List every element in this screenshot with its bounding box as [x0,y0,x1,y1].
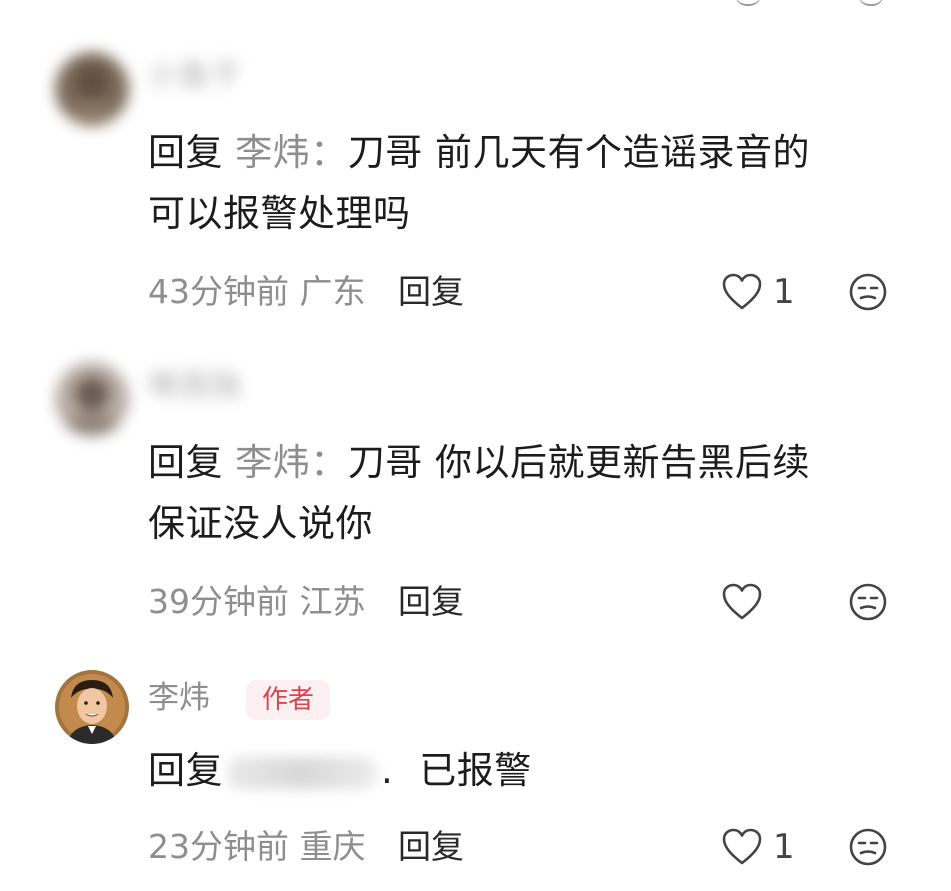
reply-keyword: 回复 [148,131,223,174]
mention[interactable]: 李炜： [235,131,348,174]
comment-line: 保证没人说你 [148,502,373,545]
comment-list: 小鱼干 回复 李炜：刀哥 前几天有个造谣录音的 可以报警处理吗 43分钟前 广东… [0,0,951,891]
comment-line: 已报警 [419,749,532,792]
emoji-reaction-button[interactable] [848,827,888,867]
reply-separator: . [381,749,394,792]
like-button[interactable]: 1 [721,270,795,314]
reply-button[interactable]: 回复 [398,582,464,621]
username[interactable]: 李炜 [148,678,210,718]
redacted-username [227,756,377,789]
neutral-face-icon [849,583,887,621]
author-badge: 作者 [246,680,331,720]
heart-icon [722,828,762,865]
avatar[interactable] [55,362,129,436]
avatar[interactable] [55,52,129,126]
heart-icon[interactable] [735,0,761,6]
comment-text: 回复 李炜：刀哥 前几天有个造谣录音的 可以报警处理吗 [148,122,908,244]
comment-text: 回复. 已报警 [148,740,908,801]
timestamp: 23分钟前 [148,827,289,866]
like-count: 1 [773,272,795,312]
username[interactable]: 唯我独 [148,366,241,406]
timestamp: 43分钟前 [148,272,289,311]
location: 重庆 [299,827,366,866]
emoji-reaction-button[interactable] [848,272,888,312]
emoji-icon[interactable] [858,0,884,6]
comment-line: 可以报警处理吗 [148,192,411,235]
comment-meta: 39分钟前 江苏 回复 [148,580,464,624]
comment-line: 刀哥 前几天有个造谣录音的 [347,131,811,174]
heart-icon [722,273,762,310]
reply-button[interactable]: 回复 [398,272,464,311]
comment-meta: 23分钟前 重庆 回复 [148,825,464,869]
reply-keyword: 回复 [148,441,223,484]
comment-line: 刀哥 你以后就更新告黑后续 [347,441,811,484]
avatar[interactable] [55,670,129,744]
emoji-reaction-button[interactable] [848,582,888,622]
timestamp: 39分钟前 [148,582,289,621]
comment-meta: 43分钟前 广东 回复 [148,270,464,314]
like-count: 1 [773,827,795,867]
like-button[interactable] [721,580,773,624]
cut-off-previous-row [0,0,951,6]
like-button[interactable]: 1 [721,825,795,869]
heart-icon [722,583,762,620]
reply-button[interactable]: 回复 [398,827,464,866]
comment-text: 回复 李炜：刀哥 你以后就更新告黑后续 保证没人说你 [148,432,908,554]
mention[interactable]: 李炜： [235,441,348,484]
username[interactable]: 小鱼干 [148,56,241,96]
location: 广东 [299,272,366,311]
neutral-face-icon [849,273,887,311]
location: 江苏 [299,582,366,621]
reply-keyword: 回复 [148,749,223,792]
neutral-face-icon [849,828,887,866]
